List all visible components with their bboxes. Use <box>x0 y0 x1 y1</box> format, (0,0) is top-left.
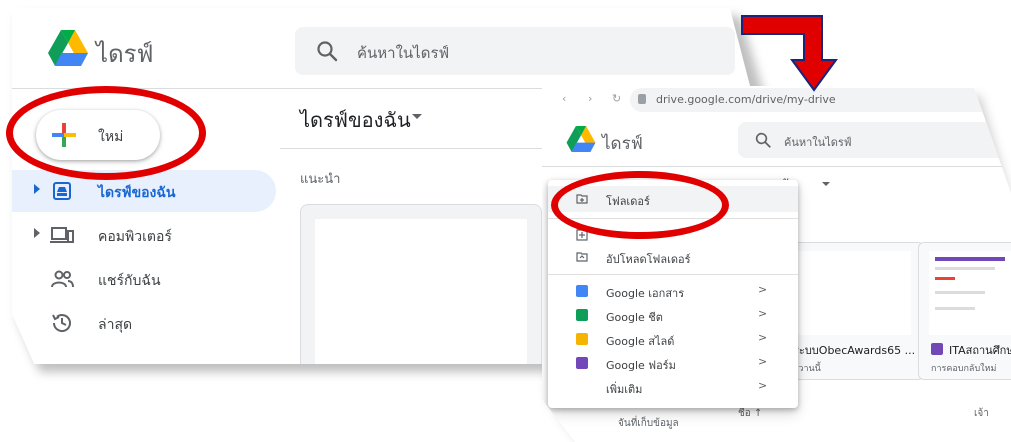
menu-item-google-slides[interactable]: Google สไลด์ > <box>548 326 798 352</box>
form-line <box>935 307 975 310</box>
nav-item-shared-with-me[interactable]: แชร์กับฉัน <box>12 258 276 300</box>
submenu-chevron-icon: > <box>758 283 768 296</box>
back-icon[interactable]: ‹ <box>562 92 566 105</box>
submenu-chevron-icon: > <box>758 331 768 344</box>
my-drive-icon <box>53 182 71 200</box>
expand-arrow-icon[interactable] <box>34 228 40 238</box>
drive-window-new-menu: ‹ › ↻ drive.google.com/drive/my-drive ได… <box>542 86 1011 442</box>
google-forms-icon <box>576 357 588 369</box>
nav-label: ล่าสุด <box>98 317 133 333</box>
owner-column-label: เจ้า <box>974 408 989 419</box>
form-header-bar <box>935 257 1005 261</box>
lock-icon <box>638 94 646 104</box>
menu-item-label: Google เอกสาร <box>606 287 685 300</box>
search-placeholder: ค้นหาในไดรฟ์ <box>357 44 450 62</box>
google-docs-icon <box>576 285 588 297</box>
shared-icon <box>51 270 74 288</box>
sort-label[interactable]: ชื่อ ↑ <box>738 406 762 421</box>
search-icon <box>317 41 338 62</box>
app-name: ไดรฟ์ <box>96 40 154 68</box>
google-slides-icon <box>576 333 588 345</box>
menu-item-label: Google ชีต <box>606 311 663 324</box>
app-name: ไดรฟ์ <box>602 134 643 154</box>
expand-arrow-icon[interactable] <box>34 184 40 194</box>
storage-label[interactable]: จันที่เก็บข้อมูล <box>618 416 679 431</box>
menu-item-google-docs[interactable]: Google เอกสาร > <box>548 278 798 304</box>
form-line <box>935 291 985 294</box>
form-line <box>935 267 995 270</box>
google-drive-logo-icon <box>48 30 88 66</box>
file-name: ITAสถานศึกษ <box>949 344 1011 357</box>
highlight-ring-folder <box>551 171 729 239</box>
breadcrumb-my-drive[interactable]: ไดรฟ์ของฉัน <box>300 104 411 136</box>
menu-item-folder-upload[interactable]: อัปโหลดโฟลเดอร์ <box>548 244 798 270</box>
submenu-chevron-icon: > <box>758 307 768 320</box>
menu-item-more[interactable]: เพิ่มเติม > <box>548 374 798 400</box>
file-name: ระบบObecAwards65 ... <box>793 344 916 357</box>
breadcrumb-caret-icon[interactable] <box>412 114 422 119</box>
computer-icon <box>50 227 74 243</box>
nav-label: คอมพิวเตอร์ <box>98 229 172 245</box>
breadcrumb-caret-icon[interactable] <box>822 182 830 186</box>
search-bar[interactable]: ค้นหาในไดรฟ์ <box>295 27 735 75</box>
menu-item-label: Google สไลด์ <box>606 335 675 348</box>
search-icon <box>755 132 771 148</box>
nav-label: แชร์กับฉัน <box>98 273 161 289</box>
file-meta: การคอบกลับใหม่ <box>931 364 997 374</box>
menu-item-label: อัปโหลดโฟลเดอร์ <box>606 253 691 266</box>
menu-item-google-sheets[interactable]: Google ชีต > <box>548 302 798 328</box>
google-forms-icon <box>931 343 943 355</box>
file-thumbnail <box>315 219 527 364</box>
google-sheets-icon <box>576 309 588 321</box>
nav-item-computers[interactable]: คอมพิวเตอร์ <box>12 214 276 256</box>
recent-icon <box>52 314 71 332</box>
file-thumbnail-form <box>929 251 1011 335</box>
header-divider <box>542 166 1011 167</box>
section-label-suggested: แนะนำ <box>300 172 341 187</box>
form-line <box>935 277 955 280</box>
reload-icon[interactable]: ↻ <box>612 92 621 105</box>
submenu-chevron-icon: > <box>758 379 768 392</box>
search-placeholder: ค้นหาในไดรฟ์ <box>784 136 852 149</box>
forward-icon[interactable]: › <box>588 92 592 105</box>
submenu-chevron-icon: > <box>758 355 768 368</box>
folder-upload-icon <box>576 252 588 262</box>
menu-item-google-forms[interactable]: Google ฟอร์ม > <box>548 350 798 376</box>
nav-item-recent[interactable]: ล่าสุด <box>12 302 276 344</box>
search-bar[interactable]: ค้นหาในไดรฟ์ <box>738 122 1011 158</box>
nav-label: ไดรฟ์ของฉัน <box>98 185 176 201</box>
file-card[interactable]: ITAสถานศึกษ การคอบกลับใหม่ <box>918 242 1011 380</box>
google-drive-logo-icon <box>566 126 596 152</box>
menu-item-label: Google ฟอร์ม <box>606 359 676 372</box>
menu-item-label: เพิ่มเติม <box>606 383 643 396</box>
suggested-file-card[interactable] <box>300 204 542 364</box>
highlight-ring-new-button <box>6 86 206 180</box>
red-down-arrow-icon <box>741 15 838 92</box>
menu-separator <box>548 274 798 275</box>
